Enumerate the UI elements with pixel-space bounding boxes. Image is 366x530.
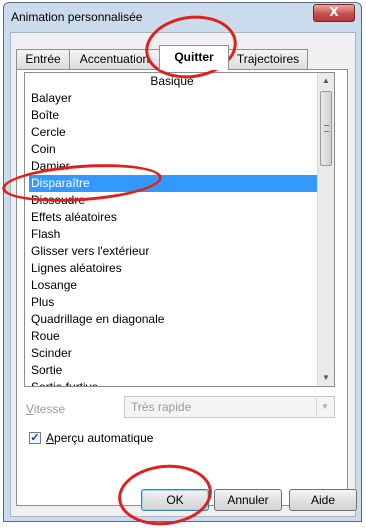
- list-item[interactable]: Sortie furtive: [29, 379, 317, 386]
- auto-preview-checkbox[interactable]: ✓: [29, 432, 41, 444]
- chevron-down-icon[interactable]: ▼: [316, 398, 333, 416]
- effects-listbox[interactable]: Basique Balayer Boîte Cercle Coin Damier Disp…: [24, 72, 335, 387]
- close-icon: X: [329, 5, 339, 19]
- scroll-thumb[interactable]: [320, 91, 332, 166]
- list-item[interactable]: Balayer: [29, 90, 317, 107]
- list-item[interactable]: Lignes aléatoires: [29, 260, 317, 277]
- ok-button[interactable]: OK: [141, 489, 209, 511]
- list-item[interactable]: Boîte: [29, 107, 317, 124]
- speed-value: Très rapide: [131, 400, 192, 414]
- tab-quitter[interactable]: Quitter: [159, 45, 229, 70]
- speed-label: Vitesse: [26, 402, 66, 416]
- auto-preview-label: Aperçu automatique: [46, 431, 154, 445]
- tab-trajectoires[interactable]: Trajectoires: [228, 49, 308, 69]
- window-title: Animation personnalisée: [11, 10, 143, 24]
- list-group-header: Basique: [150, 74, 194, 88]
- list-item[interactable]: Sortie: [29, 362, 317, 379]
- list-item[interactable]: Plus: [29, 294, 317, 311]
- list-item[interactable]: Glisser vers l'extérieur: [29, 243, 317, 260]
- list-item[interactable]: Effets aléatoires: [29, 209, 317, 226]
- scroll-down-icon[interactable]: ▼: [318, 370, 334, 386]
- vertical-scrollbar[interactable]: ▲ ▼: [317, 73, 334, 386]
- dialog-window: Animation personnalisée X Entrée Accentu…: [3, 2, 362, 522]
- tab-entree[interactable]: Entrée: [16, 49, 70, 69]
- grip-icon: [324, 125, 329, 132]
- scroll-up-icon[interactable]: ▲: [318, 73, 334, 89]
- tab-accentuation[interactable]: Accentuation: [69, 49, 160, 69]
- close-button[interactable]: X: [313, 4, 355, 22]
- cancel-button[interactable]: Annuler: [214, 489, 282, 511]
- list-item[interactable]: Dissoudre: [29, 192, 317, 209]
- list-item[interactable]: Quadrillage en diagonale: [29, 311, 317, 328]
- list-item[interactable]: Damier: [29, 158, 317, 175]
- list-item[interactable]: Losange: [29, 277, 317, 294]
- list-item[interactable]: Coin: [29, 141, 317, 158]
- dialog-body: Entrée Accentuation Quitter Trajectoires…: [10, 32, 357, 517]
- list-item[interactable]: Cercle: [29, 124, 317, 141]
- list-item[interactable]: Disparaître: [29, 175, 317, 192]
- list-item[interactable]: Roue: [29, 328, 317, 345]
- list-item[interactable]: Flash: [29, 226, 317, 243]
- speed-select[interactable]: Très rapide ▼: [124, 396, 335, 418]
- list-item[interactable]: Scinder: [29, 345, 317, 362]
- help-button[interactable]: Aide: [289, 489, 357, 511]
- title-bar[interactable]: Animation personnalisée X: [4, 3, 361, 31]
